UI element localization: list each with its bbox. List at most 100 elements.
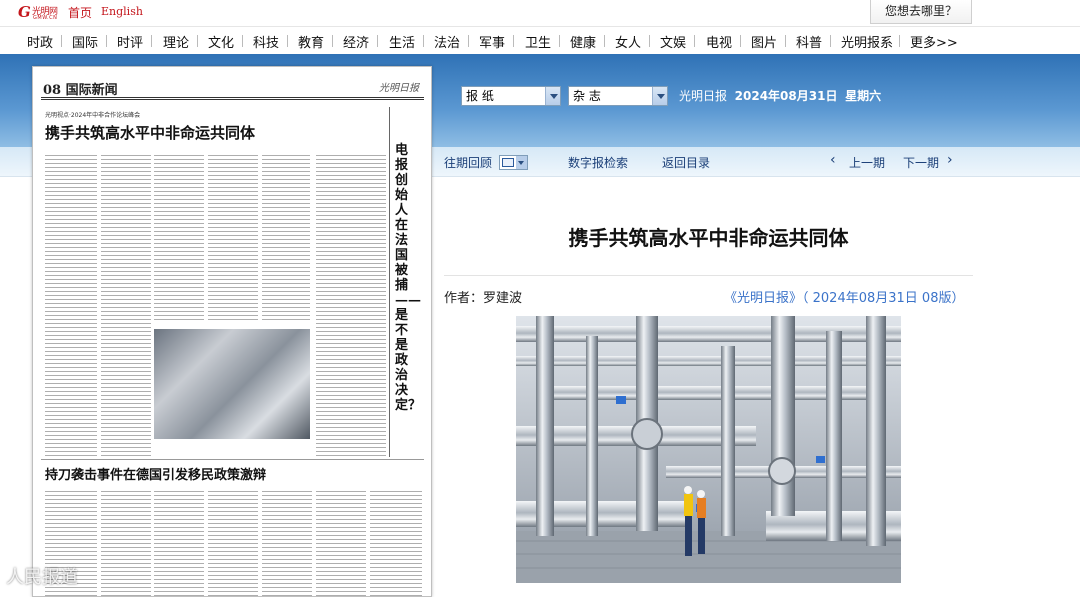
page-rule (41, 97, 424, 98)
nav-divider (899, 35, 900, 47)
logo-letter: G (18, 3, 31, 21)
text-column (316, 153, 386, 458)
text-column (101, 489, 151, 596)
nav-item-gmw-papers[interactable]: 光明报系 (841, 32, 893, 51)
industrial-pipes-illustration (516, 316, 901, 583)
article-title: 携手共筑高水平中非命运共同体 (568, 226, 849, 250)
nav-divider (785, 35, 786, 47)
nav-item-theory[interactable]: 理论 (163, 32, 189, 51)
nav-item-culture[interactable]: 文化 (208, 32, 234, 51)
nav-divider (377, 35, 378, 47)
nav-item-life[interactable]: 生活 (389, 32, 415, 51)
nav-item-law[interactable]: 法治 (434, 32, 460, 51)
chevron-down-icon (516, 156, 527, 169)
page-brand: 光明日报 (379, 83, 419, 94)
next-issue-link[interactable]: 下一期 (903, 154, 939, 171)
top-bar: G 光明网 GMW.CN 首页 English 您想去哪里？ (0, 0, 1080, 26)
text-column (208, 489, 258, 596)
chevron-down-icon[interactable] (652, 87, 667, 105)
text-column (262, 153, 310, 323)
page-tag: 光明视点·2024年中非合作论坛峰会 (45, 112, 141, 119)
page-photo (154, 329, 310, 439)
newspaper-select-value: 报 纸 (466, 89, 494, 103)
article-divider (444, 275, 973, 276)
nav-item-military[interactable]: 军事 (479, 32, 505, 51)
author-label: 作者： (444, 291, 484, 306)
nav-item-tv[interactable]: 电视 (706, 32, 732, 51)
channel-nav: 时政 国际 时评 理论 文化 科技 教育 经济 生活 法治 军事 卫生 健康 女… (0, 26, 1080, 54)
watermark-text: 人民报道 (6, 567, 78, 588)
nav-divider (468, 35, 469, 47)
nav-divider (151, 35, 152, 47)
magazine-select-value: 杂 志 (573, 89, 601, 103)
chevron-down-icon[interactable] (545, 87, 560, 105)
nav-divider (694, 35, 695, 47)
nav-divider (423, 35, 424, 47)
text-column (45, 153, 97, 458)
nav-divider (106, 35, 107, 47)
prev-issue-link[interactable]: 上一期 (849, 154, 885, 171)
text-column (154, 489, 204, 596)
calendar-picker-button[interactable] (499, 155, 528, 170)
paper-name: 光明日报 (679, 89, 728, 103)
nav-item-tech[interactable]: 科技 (253, 32, 279, 51)
issue-dateline: 光明日报 2024年08月31日 星期六 (679, 87, 881, 104)
text-column (101, 153, 151, 458)
newspaper-select[interactable]: 报 纸 (461, 86, 561, 106)
page-main-headline[interactable]: 携手共筑高水平中非命运共同体 (45, 122, 255, 143)
author-name: 罗建波 (483, 291, 523, 306)
text-column (316, 489, 366, 596)
nav-item-economy[interactable]: 经济 (343, 32, 369, 51)
magazine-select[interactable]: 杂 志 (568, 86, 668, 106)
article-photo (516, 316, 901, 583)
nav-item-international[interactable]: 国际 (72, 32, 98, 51)
nav-divider (197, 35, 198, 47)
text-column (154, 153, 204, 323)
nav-item-pictures[interactable]: 图片 (751, 32, 777, 51)
chevron-right-icon[interactable]: › (947, 152, 953, 168)
nav-item-women[interactable]: 女人 (615, 32, 641, 51)
chevron-left-icon[interactable]: ‹ (830, 152, 836, 168)
nav-item-education[interactable]: 教育 (298, 32, 324, 51)
nav-divider (604, 35, 605, 47)
logo-sub: GMW.CN (33, 15, 58, 21)
digital-search-link[interactable]: 数字报检索 (568, 154, 628, 171)
column-divider (389, 107, 390, 457)
nav-item-entertainment[interactable]: 文娱 (660, 32, 686, 51)
nav-item-politics[interactable]: 时政 (27, 32, 53, 51)
whereto-button[interactable]: 您想去哪里？ (870, 0, 972, 24)
nav-divider (649, 35, 650, 47)
english-link[interactable]: English (101, 5, 143, 18)
nav-divider (242, 35, 243, 47)
page-vertical-headline[interactable]: 电报创始人在法国被捕——是不是政治决定？ (395, 143, 421, 413)
nav-item-more[interactable]: 更多>> (910, 32, 958, 51)
article-byline: 作者：罗建波 (444, 287, 522, 306)
page-number-header: 08 国际新闻 (43, 83, 118, 98)
issue-weekday: 星期六 (845, 89, 882, 103)
nav-item-commentary[interactable]: 时评 (117, 32, 143, 51)
nav-divider (513, 35, 514, 47)
issue-date: 2024年08月31日 (734, 89, 838, 103)
back-to-index-link[interactable]: 返回目录 (662, 154, 710, 171)
calendar-icon (502, 158, 514, 167)
nav-divider (559, 35, 560, 47)
text-column (370, 489, 422, 596)
nav-divider (830, 35, 831, 47)
text-column (208, 153, 258, 323)
nav-item-science[interactable]: 科普 (796, 32, 822, 51)
section-rule (41, 459, 424, 460)
nav-divider (287, 35, 288, 47)
archive-link[interactable]: 往期回顾 (444, 154, 492, 171)
home-link[interactable]: 首页 (68, 4, 92, 21)
page-rule (41, 99, 424, 100)
text-column (262, 489, 312, 596)
nav-divider (61, 35, 62, 47)
page-second-headline[interactable]: 持刀袭击事件在德国引发移民政策激辩 (45, 464, 266, 483)
nav-item-health[interactable]: 健康 (570, 32, 596, 51)
nav-item-hygiene[interactable]: 卫生 (525, 32, 551, 51)
article-source[interactable]: 《光明日报》（ 2024年08月31日 08版） (724, 287, 964, 306)
nav-divider (740, 35, 741, 47)
site-logo[interactable]: G 光明网 GMW.CN (18, 3, 62, 21)
newspaper-page-image[interactable]: 08 国际新闻 光明日报 光明视点·2024年中非合作论坛峰会 携手共筑高水平中… (32, 66, 432, 597)
nav-divider (332, 35, 333, 47)
